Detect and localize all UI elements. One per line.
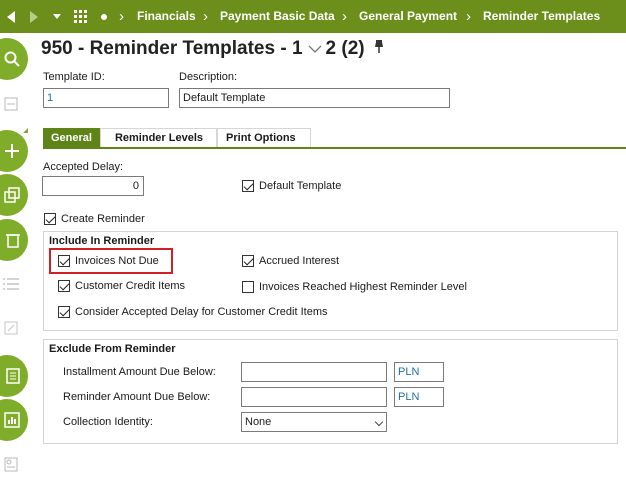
toolbar-caret-icon xyxy=(23,128,28,133)
customer-credit-items-label: Customer Credit Items xyxy=(75,280,186,292)
tab-reminder-levels[interactable]: Reminder Levels xyxy=(99,128,218,148)
reminder-amount-field[interactable] xyxy=(241,387,387,407)
checkbox-checked-icon[interactable] xyxy=(242,180,254,192)
page-title-text: 950 - Reminder Templates - 1 xyxy=(41,38,303,59)
breadcrumb-separator-icon: › xyxy=(203,8,208,25)
customer-credit-items-checkbox[interactable]: Customer Credit Items xyxy=(58,280,185,292)
chart-icon[interactable] xyxy=(0,399,28,441)
create-reminder-checkbox[interactable]: Create Reminder xyxy=(44,213,145,225)
forward-arrow-icon[interactable] xyxy=(24,0,44,33)
breadcrumb-separator-icon: › xyxy=(466,8,471,25)
back-arrow-icon[interactable] xyxy=(0,0,22,33)
installment-amount-field[interactable] xyxy=(241,362,387,382)
collection-identity-select[interactable]: None xyxy=(241,412,387,432)
report-icon[interactable] xyxy=(0,355,28,397)
breadcrumb-general-payment[interactable]: General Payment xyxy=(359,0,457,33)
dot-icon xyxy=(98,0,110,33)
apps-grid-icon[interactable] xyxy=(71,0,91,33)
collection-identity-label: Collection Identity: xyxy=(63,416,153,428)
tab-print-options[interactable]: Print Options xyxy=(217,128,311,148)
record-navigator[interactable]: 2 (2) xyxy=(326,38,365,60)
accepted-delay-field[interactable]: 0 xyxy=(42,176,144,196)
checkbox-checked-icon[interactable] xyxy=(58,280,70,292)
tab-underline xyxy=(43,147,626,149)
installment-currency-field[interactable]: PLN xyxy=(394,362,444,382)
exclude-from-reminder-title: Exclude From Reminder xyxy=(49,343,176,355)
left-toolbar xyxy=(0,33,30,489)
invoices-highest-level-checkbox[interactable]: Invoices Reached Highest Reminder Level xyxy=(242,281,467,293)
reminder-amount-label: Reminder Amount Due Below: xyxy=(63,391,211,403)
breadcrumb-separator-icon: › xyxy=(119,8,124,25)
consider-delay-label: Consider Accepted Delay for Customer Cre… xyxy=(75,306,328,318)
breadcrumb-financials[interactable]: Financials xyxy=(137,0,196,33)
description-label: Description: xyxy=(179,71,238,83)
search-icon[interactable] xyxy=(0,38,28,80)
dropdown-caret-icon[interactable] xyxy=(50,0,64,33)
accrued-interest-label: Accrued Interest xyxy=(259,255,340,267)
pin-icon[interactable] xyxy=(373,38,385,60)
create-reminder-label: Create Reminder xyxy=(61,213,145,225)
add-icon[interactable] xyxy=(0,130,28,172)
tab-bar: General Reminder Levels Print Options xyxy=(43,128,311,148)
checkbox-unchecked-icon[interactable] xyxy=(242,281,254,293)
checkbox-checked-icon[interactable] xyxy=(44,213,56,225)
details-icon[interactable] xyxy=(0,453,22,475)
accepted-delay-label: Accepted Delay: xyxy=(43,161,124,173)
duplicate-icon[interactable] xyxy=(0,174,28,216)
invoices-highest-level-label: Invoices Reached Highest Reminder Level xyxy=(259,281,467,293)
template-id-field[interactable]: 1 xyxy=(43,88,169,108)
chevron-down-icon[interactable] xyxy=(374,417,384,427)
list-icon[interactable] xyxy=(0,273,22,295)
reminder-currency-field[interactable]: PLN xyxy=(394,387,444,407)
edit-icon[interactable] xyxy=(0,93,22,115)
highlight-box xyxy=(49,248,173,274)
description-field[interactable]: Default Template xyxy=(179,88,450,108)
accrued-interest-checkbox[interactable]: Accrued Interest xyxy=(242,255,339,267)
include-in-reminder-title: Include In Reminder xyxy=(49,235,155,247)
tab-general[interactable]: General xyxy=(43,128,100,148)
delete-icon[interactable] xyxy=(0,219,28,261)
checkbox-checked-icon[interactable] xyxy=(242,255,254,267)
top-navigation-bar: › Financials › Payment Basic Data › Gene… xyxy=(0,0,626,33)
expand-icon[interactable] xyxy=(0,317,22,339)
breadcrumb-payment-basic-data[interactable]: Payment Basic Data xyxy=(220,0,335,33)
consider-delay-checkbox[interactable]: Consider Accepted Delay for Customer Cre… xyxy=(58,306,328,318)
checkbox-checked-icon[interactable] xyxy=(58,306,70,318)
collection-identity-value: None xyxy=(245,416,272,428)
template-id-label: Template ID: xyxy=(43,71,105,83)
chevron-down-icon[interactable] xyxy=(308,38,322,60)
page-title: 950 - Reminder Templates - 1 2 (2) xyxy=(41,38,385,60)
default-template-label: Default Template xyxy=(259,180,342,192)
breadcrumb-reminder-templates[interactable]: Reminder Templates xyxy=(483,0,600,33)
default-template-checkbox[interactable]: Default Template xyxy=(242,180,341,192)
breadcrumb-separator-icon: › xyxy=(342,8,347,25)
installment-amount-label: Installment Amount Due Below: xyxy=(63,366,216,378)
